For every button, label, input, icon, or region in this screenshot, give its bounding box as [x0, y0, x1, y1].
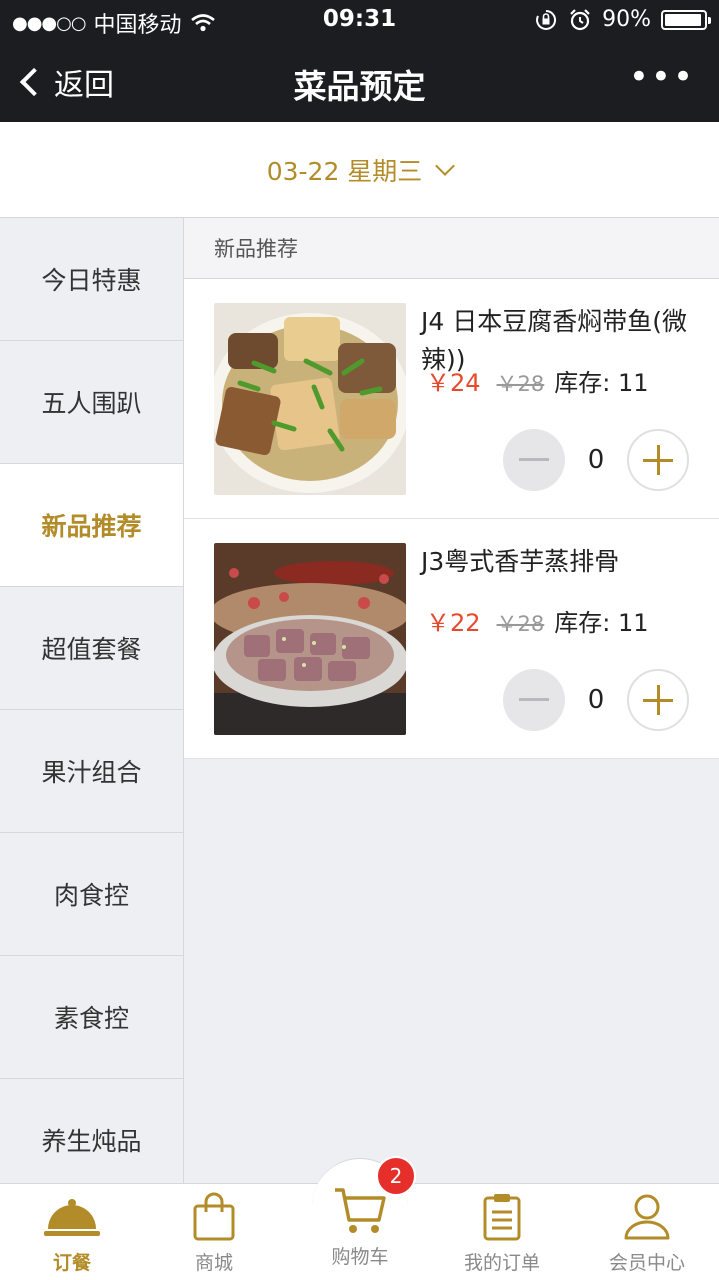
product-old-price: ￥28 — [496, 372, 545, 396]
tab-order[interactable]: 订餐 — [0, 1184, 144, 1280]
battery-percent: 90% — [602, 7, 651, 32]
sidebar-item-label: 今日特惠 — [41, 266, 142, 295]
tab-label: 会员中心 — [608, 1252, 685, 1274]
sidebar-item-label: 五人围趴 — [41, 389, 142, 418]
quantity-value: 0 — [587, 685, 605, 715]
tab-my-orders[interactable]: 我的订单 — [430, 1184, 574, 1280]
product-name: J3粤式香芋蒸排骨 — [421, 547, 620, 576]
category-sidebar: 今日特惠 五人围趴 新品推荐 超值套餐 果汁组合 肉食控 素食控 养生炖品 — [0, 218, 184, 1183]
sidebar-item-label: 果汁组合 — [41, 758, 142, 787]
product-price: ￥24 — [426, 369, 481, 397]
shopping-bag-icon — [193, 1192, 235, 1241]
dish-photo — [214, 303, 406, 495]
cart-count-badge: 2 — [376, 1156, 416, 1196]
cart-icon — [335, 1188, 386, 1233]
chevron-down-icon — [435, 155, 456, 176]
user-icon — [624, 1194, 670, 1240]
more-menu-button[interactable]: ••• — [629, 60, 695, 94]
tab-label: 购物车 — [331, 1246, 389, 1268]
sidebar-item-today-deals[interactable]: 今日特惠 — [0, 218, 183, 341]
tab-member-center[interactable]: 会员中心 — [575, 1184, 719, 1280]
decrease-button[interactable] — [503, 669, 565, 731]
sidebar-item-health-stew[interactable]: 养生炖品 — [0, 1079, 183, 1183]
status-bar: ●●●○○ 中国移动 09:31 90% — [0, 0, 719, 40]
nav-bar: 返回 菜品预定 ••• — [0, 40, 719, 122]
quantity-value: 0 — [587, 445, 605, 475]
date-selector[interactable]: 03-22 星期三 — [0, 122, 719, 218]
sidebar-item-label: 肉食控 — [53, 881, 129, 910]
quantity-stepper: 0 — [503, 669, 689, 731]
product-image-taro-ribs[interactable] — [214, 543, 406, 735]
sidebar-item-meat[interactable]: 肉食控 — [0, 833, 183, 956]
product-list: 新品推荐 J4 日本豆腐香焖带鱼(微辣)) ￥24 ￥28 库存: 11 0 J… — [184, 218, 719, 1183]
tab-cart[interactable]: 购物车 — [288, 1184, 432, 1280]
product-item: J3粤式香芋蒸排骨 ￥22 ￥28 库存: 11 0 — [184, 519, 719, 759]
sidebar-item-label: 新品推荐 — [41, 512, 142, 541]
price-row: ￥22 ￥28 库存: 11 — [426, 603, 649, 638]
sidebar-item-label: 养生炖品 — [41, 1127, 142, 1156]
sidebar-item-five-person-party[interactable]: 五人围趴 — [0, 341, 183, 464]
battery-icon — [661, 9, 711, 30]
product-stock: 库存: 11 — [554, 369, 649, 397]
product-image-fish-tofu[interactable] — [214, 303, 406, 495]
alarm-icon — [570, 8, 590, 30]
lock-rotation-icon — [536, 9, 557, 30]
section-title: 新品推荐 — [214, 237, 298, 261]
page-title: 菜品预定 — [293, 67, 426, 106]
increase-button[interactable] — [627, 429, 689, 491]
sidebar-item-new-recommend[interactable]: 新品推荐 — [0, 464, 183, 587]
bottom-tab-bar: 订餐 商城 购物车 2 我的订单 会员中心 — [0, 1156, 719, 1280]
product-old-price: ￥28 — [496, 612, 545, 636]
date-label: 03-22 星期三 — [266, 156, 423, 186]
clipboard-icon — [483, 1194, 521, 1241]
sidebar-item-label: 素食控 — [53, 1004, 129, 1033]
status-right: 90% — [534, 7, 711, 32]
dish-photo — [214, 543, 406, 735]
tab-mall[interactable]: 商城 — [142, 1184, 286, 1280]
section-header: 新品推荐 — [184, 218, 719, 279]
tab-label: 商城 — [194, 1252, 233, 1274]
price-row: ￥24 ￥28 库存: 11 — [426, 363, 649, 398]
product-price: ￥22 — [426, 609, 481, 637]
product-stock: 库存: 11 — [554, 609, 649, 637]
tab-label: 订餐 — [52, 1252, 91, 1274]
sidebar-item-label: 超值套餐 — [41, 635, 142, 664]
product-item: J4 日本豆腐香焖带鱼(微辣)) ￥24 ￥28 库存: 11 0 — [184, 279, 719, 519]
tab-label: 我的订单 — [463, 1252, 540, 1274]
sidebar-item-juice-combo[interactable]: 果汁组合 — [0, 710, 183, 833]
sidebar-item-vegetarian[interactable]: 素食控 — [0, 956, 183, 1079]
increase-button[interactable] — [627, 669, 689, 731]
sidebar-item-value-set[interactable]: 超值套餐 — [0, 587, 183, 710]
quantity-stepper: 0 — [503, 429, 689, 491]
cloche-icon — [44, 1199, 100, 1236]
decrease-button[interactable] — [503, 429, 565, 491]
